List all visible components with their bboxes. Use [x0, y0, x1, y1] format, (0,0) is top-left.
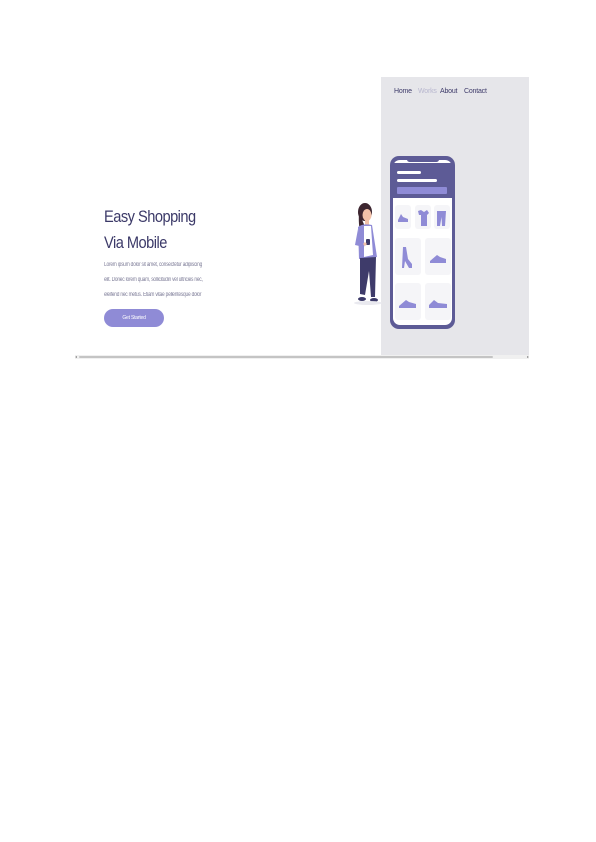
scroll-left-icon[interactable]: ◂	[75, 354, 77, 359]
hero-body-line1: Lorem ipsum dolor sit amet, consectetur …	[104, 262, 203, 268]
nav-about[interactable]: About	[440, 88, 458, 95]
woman-figure-icon	[354, 203, 382, 305]
nav-home[interactable]: Home	[394, 88, 412, 95]
hero-illustration	[354, 156, 455, 329]
horizontal-scrollbar[interactable]: ◂ ▸	[75, 354, 529, 359]
get-started-button[interactable]: Get Started	[104, 309, 164, 327]
hero-title-line2: Via Mobile	[104, 233, 167, 252]
scroll-right-icon[interactable]: ▸	[527, 354, 529, 359]
scrollbar-thumb[interactable]	[79, 356, 493, 358]
nav-works[interactable]: Works	[418, 88, 437, 95]
hero-title-line1: Easy Shopping	[104, 207, 196, 226]
website-preview: Home Works About Contact Easy Shopping V…	[75, 77, 529, 359]
phone-mockup-icon	[390, 156, 455, 329]
hero-body-line2: elit. Donec lorem quam, sollicitudin vel…	[104, 277, 203, 283]
nav-contact[interactable]: Contact	[464, 88, 487, 95]
hero-body-line3: eleifend nec metus. Etiam vitae pellente…	[104, 292, 202, 298]
